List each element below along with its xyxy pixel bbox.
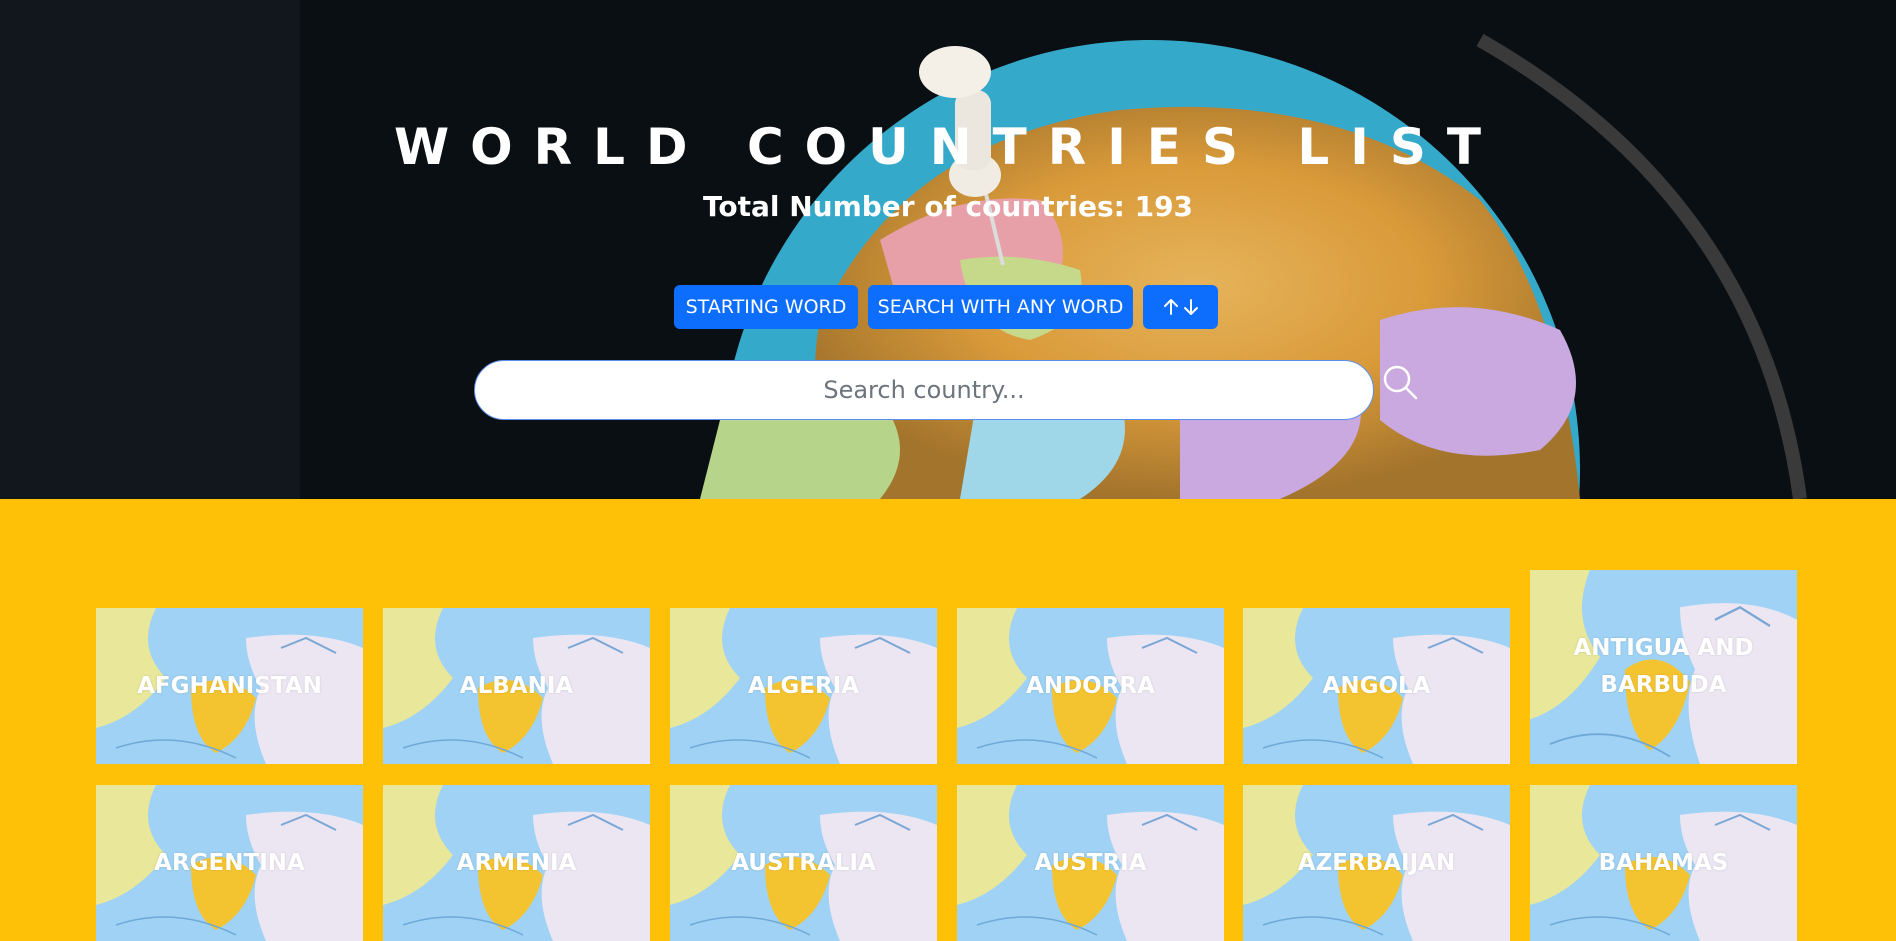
country-name: ANGOLA: [1322, 672, 1431, 699]
country-card[interactable]: ARGENTINA: [96, 785, 363, 941]
arrow-up-down-icon: [1163, 299, 1198, 315]
country-card[interactable]: ALBANIA: [383, 608, 650, 764]
hero-banner: WORLD COUNTRIES LIST Total Number of cou…: [0, 0, 1896, 499]
country-name: AFGHANISTAN: [137, 672, 322, 699]
country-card[interactable]: BAHAMAS: [1530, 785, 1797, 941]
country-name: ARGENTINA: [154, 849, 305, 876]
country-card[interactable]: AUSTRIA: [957, 785, 1224, 941]
country-name: BAHAMAS: [1598, 849, 1729, 876]
page-title: WORLD COUNTRIES LIST: [394, 118, 1502, 176]
country-name: ALBANIA: [459, 672, 574, 699]
starting-word-button[interactable]: STARTING WORD: [674, 285, 858, 329]
country-name: ANDORRA: [1026, 672, 1155, 699]
country-name: ARMENIA: [456, 849, 577, 876]
globe-background-image: [0, 0, 1896, 499]
country-card[interactable]: ALGERIA: [670, 608, 937, 764]
country-name: AUSTRALIA: [731, 849, 876, 876]
country-card[interactable]: ANTIGUA AND BARBUDA: [1530, 570, 1797, 764]
country-name: ANTIGUA AND BARBUDA: [1573, 635, 1754, 698]
country-card[interactable]: AUSTRALIA: [670, 785, 937, 941]
search-input[interactable]: [474, 360, 1374, 420]
country-card[interactable]: AFGHANISTAN: [96, 608, 363, 764]
country-card[interactable]: ANDORRA: [957, 608, 1224, 764]
sort-button[interactable]: [1143, 285, 1218, 329]
search-icon[interactable]: [1380, 362, 1420, 402]
search-any-word-button[interactable]: SEARCH WITH ANY WORD: [868, 285, 1133, 329]
country-name: AUSTRIA: [1034, 849, 1147, 876]
country-card[interactable]: ARMENIA: [383, 785, 650, 941]
country-count: Total Number of countries: 193: [702, 190, 1194, 223]
country-card[interactable]: ANGOLA: [1243, 608, 1510, 764]
country-card[interactable]: AZERBAIJAN: [1243, 785, 1510, 941]
countries-grid: AFGHANISTAN ALBANIA ALGERIA ANDORRA ANGOLA AN…: [0, 499, 1896, 941]
country-name: AZERBAIJAN: [1297, 849, 1456, 876]
country-name: ALGERIA: [747, 672, 860, 699]
